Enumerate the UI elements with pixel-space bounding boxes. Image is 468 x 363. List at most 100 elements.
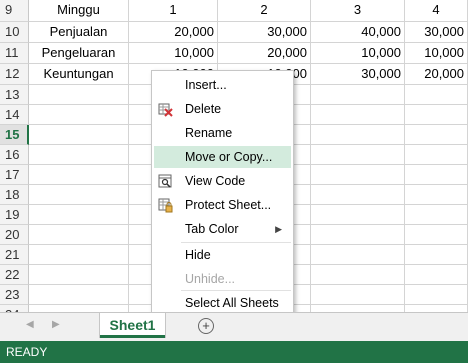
cell-empty[interactable] [311,185,405,205]
menu-item-tab-color-label: Tab Color [185,222,239,236]
view-code-icon [158,174,173,189]
row-header-9[interactable]: 9 [0,0,29,22]
cell-D9[interactable]: 3 [311,0,405,22]
row-header-18[interactable]: 18 [0,185,29,205]
cell-B10[interactable]: 20,000 [129,22,218,43]
row-header-13[interactable]: 13 [0,85,29,105]
cell-empty[interactable] [405,85,468,105]
submenu-arrow-icon: ▶ [275,224,282,234]
menu-item-insert[interactable]: Insert... [154,74,291,96]
cell-B9[interactable]: 1 [129,0,218,22]
row-header-20[interactable]: 20 [0,225,29,245]
menu-item-protect-sheet-label: Protect Sheet... [185,198,272,212]
add-sheet-icon[interactable]: + [198,318,214,334]
cell-empty[interactable] [311,285,405,305]
row-header-16[interactable]: 16 [0,145,29,165]
cell-E10[interactable]: 30,000 [405,22,468,43]
cell-C11[interactable]: 20,000 [218,43,311,64]
cell-C10[interactable]: 30,000 [218,22,311,43]
menu-item-rename[interactable]: Rename [154,122,291,144]
cell-A11[interactable]: Pengeluaran [29,43,129,64]
cell-empty[interactable] [311,165,405,185]
menu-separator [181,242,291,243]
cell-C9[interactable]: 2 [218,0,311,22]
row-header-10[interactable]: 10 [0,22,29,43]
cell-empty[interactable] [29,85,129,105]
cell-empty[interactable] [311,265,405,285]
status-bar: READY [0,341,468,363]
sheet-tab-bar: ◀ ▶ Sheet1 + [0,312,468,341]
cell-empty[interactable] [311,105,405,125]
cell-empty[interactable] [311,205,405,225]
cell-empty[interactable] [29,145,129,165]
cell-empty[interactable] [29,165,129,185]
cell-empty[interactable] [311,125,405,145]
cell-empty[interactable] [405,145,468,165]
cell-A12[interactable]: Keuntungan [29,64,129,85]
menu-item-unhide-label: Unhide... [185,272,236,286]
cell-empty[interactable] [405,185,468,205]
menu-item-delete-label: Delete [185,102,222,116]
menu-item-view-code-label: View Code [185,174,246,188]
cell-empty[interactable] [405,225,468,245]
row-header-15[interactable]: 15 [0,125,29,145]
menu-item-protect-sheet[interactable]: Protect Sheet... [154,194,291,216]
cell-empty[interactable] [29,245,129,265]
cell-E12[interactable]: 20,000 [405,64,468,85]
cell-empty[interactable] [29,265,129,285]
cell-empty[interactable] [311,245,405,265]
cell-D11[interactable]: 10,000 [311,43,405,64]
tab-sheet1[interactable]: Sheet1 [100,313,165,338]
cell-empty[interactable] [311,225,405,245]
cell-E9[interactable]: 4 [405,0,468,22]
menu-item-tab-color[interactable]: Tab Color ▶ [154,218,291,240]
menu-item-select-all-sheets[interactable]: Select All Sheets [154,292,291,314]
row-header-17[interactable]: 17 [0,165,29,185]
cell-empty[interactable] [29,185,129,205]
menu-item-delete[interactable]: Delete [154,98,291,120]
row-header-14[interactable]: 14 [0,105,29,125]
cell-empty[interactable] [405,305,468,312]
cell-empty[interactable] [29,125,129,145]
sheet-tab-context-menu: Insert... Delete Rename Move or Copy... [151,70,294,317]
cell-empty[interactable] [311,145,405,165]
scroll-right-icon[interactable]: ▶ [52,319,60,330]
menu-item-hide-label: Hide [185,248,211,262]
menu-item-view-code[interactable]: View Code [154,170,291,192]
row-header-11[interactable]: 11 [0,43,29,64]
cell-D10[interactable]: 40,000 [311,22,405,43]
cell-empty[interactable] [29,205,129,225]
menu-item-move-or-copy-label: Move or Copy... [185,150,273,164]
cell-empty[interactable] [405,285,468,305]
row-header-24[interactable]: 24 [0,305,29,312]
cell-empty[interactable] [405,165,468,185]
cell-A10[interactable]: Penjualan [29,22,129,43]
menu-item-select-all-sheets-label: Select All Sheets [185,296,279,310]
cell-empty[interactable] [311,85,405,105]
cell-empty[interactable] [405,245,468,265]
cell-empty[interactable] [405,205,468,225]
menu-item-hide[interactable]: Hide [154,244,291,266]
cell-empty[interactable] [29,285,129,305]
row-header-12[interactable]: 12 [0,64,29,85]
cell-empty[interactable] [29,105,129,125]
menu-item-unhide: Unhide... [154,268,291,290]
cell-B11[interactable]: 10,000 [129,43,218,64]
cell-D12[interactable]: 30,000 [311,64,405,85]
cell-empty[interactable] [405,125,468,145]
scroll-left-icon[interactable]: ◀ [26,319,34,330]
cell-A9[interactable]: Minggu [29,0,129,22]
row-header-22[interactable]: 22 [0,265,29,285]
cell-empty[interactable] [405,265,468,285]
cell-empty[interactable] [405,105,468,125]
menu-item-move-or-copy[interactable]: Move or Copy... [154,146,291,168]
row-header-19[interactable]: 19 [0,205,29,225]
menu-item-rename-label: Rename [185,126,233,140]
cell-empty[interactable] [311,305,405,312]
row-header-21[interactable]: 21 [0,245,29,265]
cell-empty[interactable] [29,305,129,312]
cell-E11[interactable]: 10,000 [405,43,468,64]
row-header-23[interactable]: 23 [0,285,29,305]
protect-sheet-icon [158,198,173,213]
cell-empty[interactable] [29,225,129,245]
